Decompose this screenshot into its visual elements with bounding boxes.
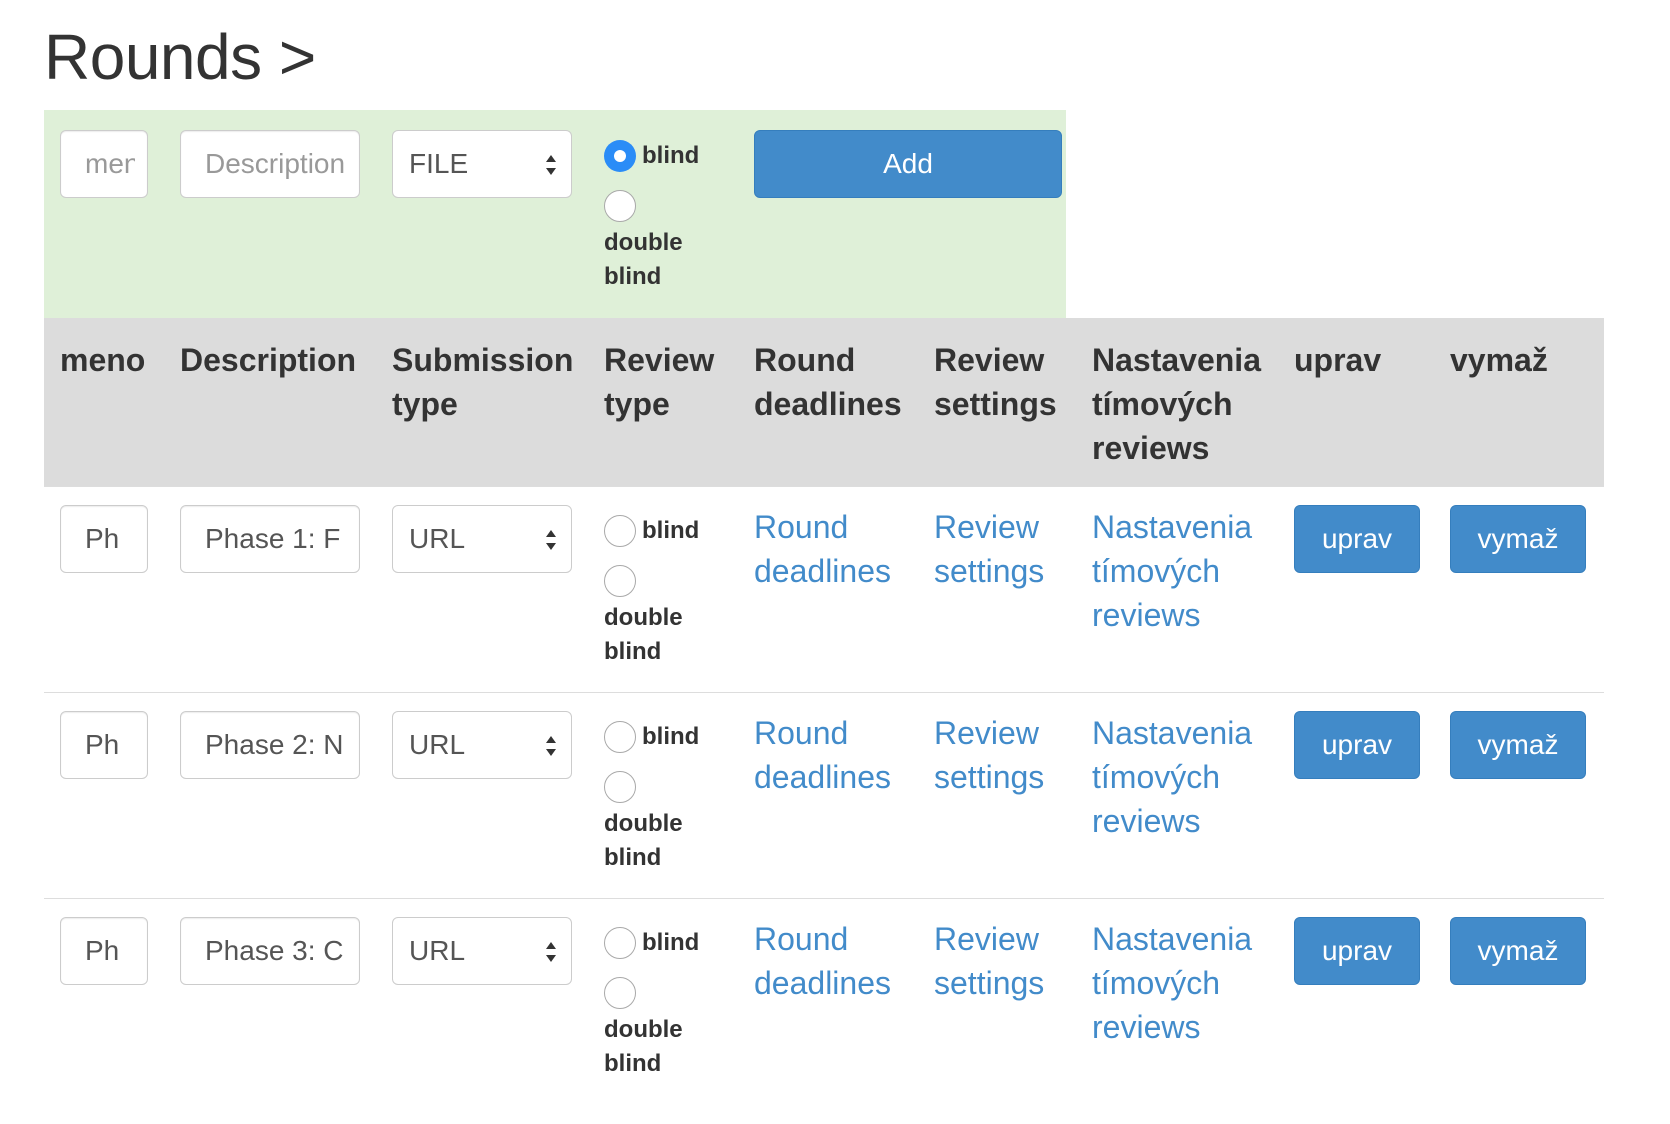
radio-label-double-blind: double blind	[604, 229, 683, 290]
round-name-input[interactable]	[60, 711, 148, 779]
submission-type-value: URL	[409, 523, 466, 554]
new-round-review-type: blind double blind	[604, 136, 704, 294]
new-round-name-input[interactable]	[60, 130, 148, 198]
radio-label-blind: blind	[642, 517, 700, 544]
round-name-input[interactable]	[60, 505, 148, 573]
header-delete: vymaž	[1450, 342, 1548, 378]
review-settings-link[interactable]: Review settings	[934, 711, 1064, 799]
radio-blind[interactable]	[604, 721, 636, 753]
radio-label-blind: blind	[642, 929, 700, 956]
table-row: URL blind double blind Round deadlines R…	[44, 692, 1604, 899]
submission-type-value: URL	[409, 935, 466, 966]
edit-button[interactable]: uprav	[1294, 711, 1420, 779]
header-review-type: Review type	[604, 342, 715, 422]
team-reviews-settings-link[interactable]: Nastavenia tímových reviews	[1092, 917, 1262, 1049]
radio-label-double-blind: double blind	[604, 604, 683, 665]
new-round-description-input[interactable]	[180, 130, 360, 198]
up-down-chevron-icon	[546, 942, 556, 962]
round-deadlines-link[interactable]: Round deadlines	[754, 711, 914, 799]
header-edit: uprav	[1294, 342, 1382, 378]
delete-button[interactable]: vymaž	[1450, 505, 1586, 573]
round-review-type: blind double blind	[604, 717, 704, 875]
header-submission-type: Submission type	[392, 342, 574, 422]
radio-blind[interactable]	[604, 515, 636, 547]
radio-label-blind: blind	[642, 142, 700, 169]
table-header: meno Description Submission type Review …	[44, 318, 1604, 486]
delete-button[interactable]: vymaž	[1450, 917, 1586, 985]
round-submission-type-select[interactable]: URL	[392, 505, 572, 573]
header-description: Description	[180, 342, 357, 378]
add-round-form: FILE blind double blind Add	[44, 110, 1066, 318]
review-settings-link[interactable]: Review settings	[934, 917, 1064, 1005]
delete-button[interactable]: vymaž	[1450, 711, 1586, 779]
up-down-chevron-icon	[546, 155, 556, 175]
radio-double-blind[interactable]	[604, 565, 636, 597]
table-row: URL blind double blind Round deadlines R…	[44, 486, 1604, 693]
edit-button[interactable]: uprav	[1294, 917, 1420, 985]
round-name-input[interactable]	[60, 917, 148, 985]
round-submission-type-select[interactable]: URL	[392, 711, 572, 779]
round-deadlines-link[interactable]: Round deadlines	[754, 505, 914, 593]
team-reviews-settings-link[interactable]: Nastavenia tímových reviews	[1092, 711, 1262, 843]
round-deadlines-link[interactable]: Round deadlines	[754, 917, 914, 1005]
review-settings-link[interactable]: Review settings	[934, 505, 1064, 593]
radio-double-blind[interactable]	[604, 771, 636, 803]
round-description-input[interactable]	[180, 505, 360, 573]
add-button[interactable]: Add	[754, 130, 1062, 198]
round-submission-type-select[interactable]: URL	[392, 917, 572, 985]
table-row: URL blind double blind Round deadlines R…	[44, 898, 1604, 1105]
radio-blind-selected[interactable]	[604, 140, 636, 172]
header-review-settings: Review settings	[934, 342, 1057, 422]
radio-double-blind[interactable]	[604, 190, 636, 222]
submission-type-value: FILE	[409, 148, 469, 179]
radio-double-blind[interactable]	[604, 977, 636, 1009]
page-title: Rounds >	[44, 21, 316, 93]
round-review-type: blind double blind	[604, 923, 704, 1081]
round-description-input[interactable]	[180, 917, 360, 985]
new-round-submission-type-select[interactable]: FILE	[392, 130, 572, 198]
round-review-type: blind double blind	[604, 511, 704, 669]
header-round-deadlines: Round deadlines	[754, 342, 902, 422]
header-name: meno	[60, 342, 146, 378]
radio-label-double-blind: double blind	[604, 810, 683, 871]
team-reviews-settings-link[interactable]: Nastavenia tímových reviews	[1092, 505, 1262, 637]
edit-button[interactable]: uprav	[1294, 505, 1420, 573]
round-description-input[interactable]	[180, 711, 360, 779]
up-down-chevron-icon	[546, 530, 556, 550]
radio-label-double-blind: double blind	[604, 1016, 683, 1077]
radio-blind[interactable]	[604, 927, 636, 959]
radio-label-blind: blind	[642, 723, 700, 750]
header-team-reviews: Nastavenia tímových reviews	[1092, 342, 1261, 466]
submission-type-value: URL	[409, 729, 466, 760]
up-down-chevron-icon	[546, 736, 556, 756]
